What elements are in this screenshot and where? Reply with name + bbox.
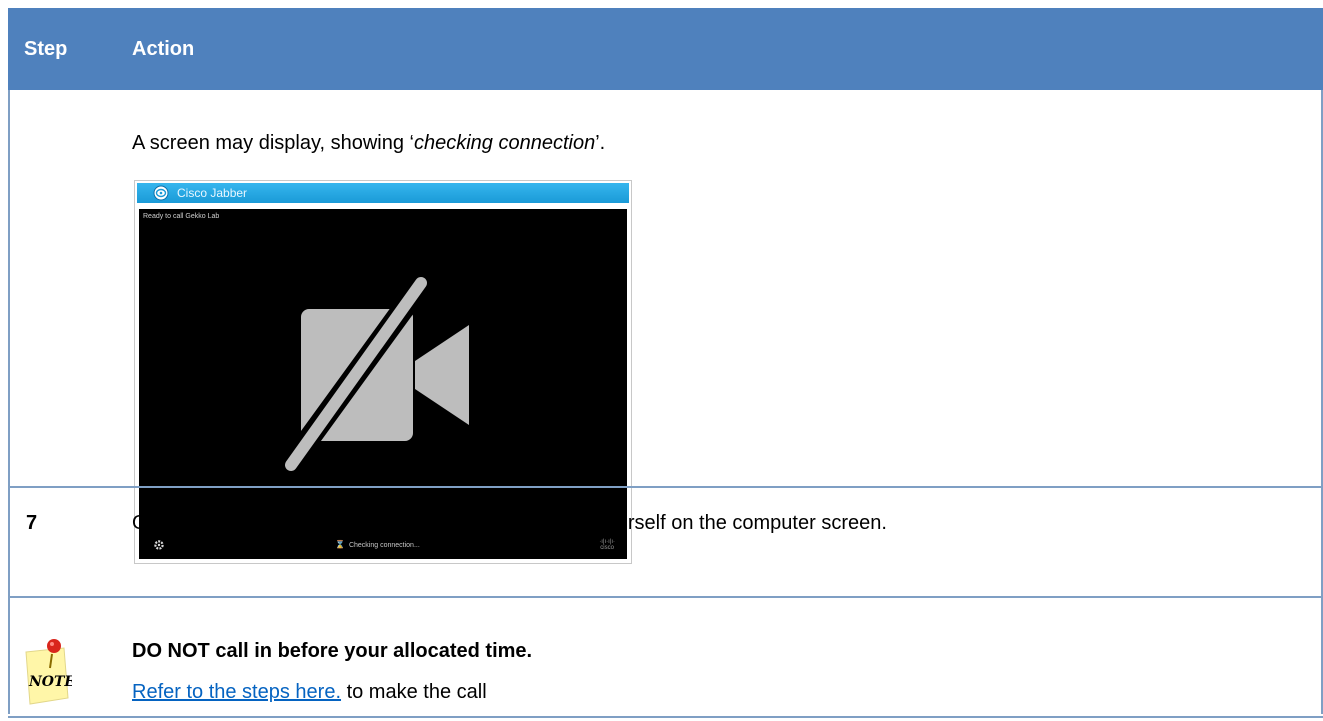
note-warning: DO NOT call in before your allocated tim…: [132, 640, 533, 662]
description-italic: checking connection: [413, 132, 596, 154]
description-prefix: A screen may display, showing ‘: [132, 132, 414, 154]
step-number: 7: [26, 512, 38, 534]
step-text: Once the page reloads, you should see an…: [132, 512, 887, 534]
note-after-link: to make the call: [341, 681, 487, 703]
note-icon-label: NOTE: [28, 674, 72, 690]
header-step: Step: [24, 38, 68, 60]
table-bottom-border: [8, 716, 1323, 718]
note-instruction: Refer to the steps here. to make the cal…: [132, 681, 487, 704]
refer-steps-link[interactable]: Refer to the steps here.: [132, 681, 341, 703]
jabber-titlebar: Cisco Jabber: [137, 183, 629, 203]
table-header: Step Action: [8, 8, 1323, 90]
camera-off-icon: [276, 269, 469, 480]
note-row: NOTE DO NOT call in before your allocate…: [10, 598, 1321, 718]
screen-description: A screen may display, showing ‘checking …: [132, 132, 605, 155]
table-row-screenshot: A screen may display, showing ‘checking …: [10, 90, 1321, 564]
jabber-logo-icon: [153, 185, 169, 201]
jabber-title: Cisco Jabber: [177, 186, 248, 200]
note-pin-icon: NOTE: [25, 639, 72, 705]
ready-to-call-text: Ready to call Gekko Lab: [143, 213, 220, 220]
document-page: Step Action A screen may display, showin…: [0, 0, 1323, 721]
description-suffix: ’.: [595, 132, 606, 154]
header-action: Action: [132, 38, 195, 60]
table-row-step-7: 7 Once the page reloads, you should see …: [10, 488, 1321, 596]
